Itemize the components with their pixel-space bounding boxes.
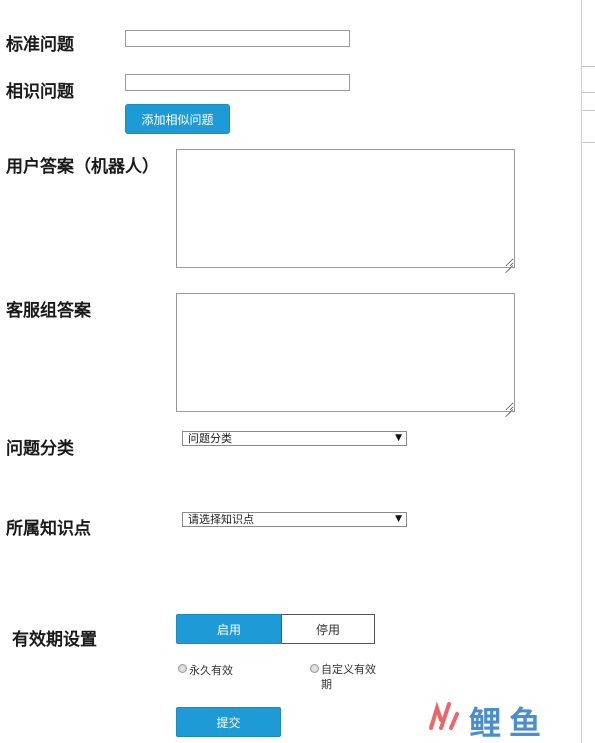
enable-button[interactable]: 启用 (176, 614, 282, 644)
custom-radio-label-line2: 期 (321, 678, 332, 691)
watermark-text: 鲤鱼 (469, 704, 550, 742)
custom-radio-label-line1: 自定义有效 (321, 663, 376, 676)
custom-radio[interactable] (310, 664, 319, 673)
similar-question-input[interactable] (125, 74, 350, 91)
standard-question-label: 标准问题 (6, 35, 74, 55)
right-divider-tick (582, 142, 595, 143)
permanent-radio[interactable] (178, 664, 187, 673)
right-divider (581, 0, 582, 743)
right-divider-tick (582, 110, 595, 111)
disable-button[interactable]: 停用 (281, 614, 375, 644)
category-select-value: 问题分类 (188, 432, 232, 445)
similar-question-label: 相识问题 (6, 82, 74, 102)
permanent-radio-option[interactable]: 永久有效 (178, 662, 233, 678)
dropdown-arrow-icon: ▼ (395, 433, 402, 443)
category-label: 问题分类 (6, 439, 74, 459)
permanent-radio-label: 永久有效 (189, 664, 233, 677)
submit-button[interactable]: 提交 (176, 707, 281, 737)
category-select[interactable]: 问题分类 ▼ (182, 431, 407, 446)
knowledge-point-label: 所属知识点 (6, 519, 91, 539)
custom-radio-label: 自定义有效 期 (321, 662, 376, 692)
user-answer-textarea[interactable] (176, 149, 515, 268)
service-answer-textarea[interactable] (176, 293, 515, 412)
question-form-page: 标准问题 相识问题 添加相似问题 用户答案（机器人） 客服组答案 问题分类 问题… (0, 0, 595, 743)
right-divider-tick (582, 92, 595, 93)
custom-radio-option[interactable]: 自定义有效 期 (310, 662, 376, 692)
user-answer-label: 用户答案（机器人） (6, 157, 159, 177)
watermark-logo: 鲤鱼 (427, 698, 577, 742)
knowledge-point-select-value: 请选择知识点 (188, 513, 254, 526)
add-similar-question-button[interactable]: 添加相似问题 (125, 104, 230, 134)
standard-question-input[interactable] (125, 30, 350, 47)
knowledge-point-select[interactable]: 请选择知识点 ▼ (182, 512, 407, 527)
right-divider-tick (582, 66, 595, 67)
service-answer-label: 客服组答案 (6, 301, 91, 321)
dropdown-arrow-icon: ▼ (395, 514, 402, 524)
validity-label: 有效期设置 (12, 630, 97, 650)
